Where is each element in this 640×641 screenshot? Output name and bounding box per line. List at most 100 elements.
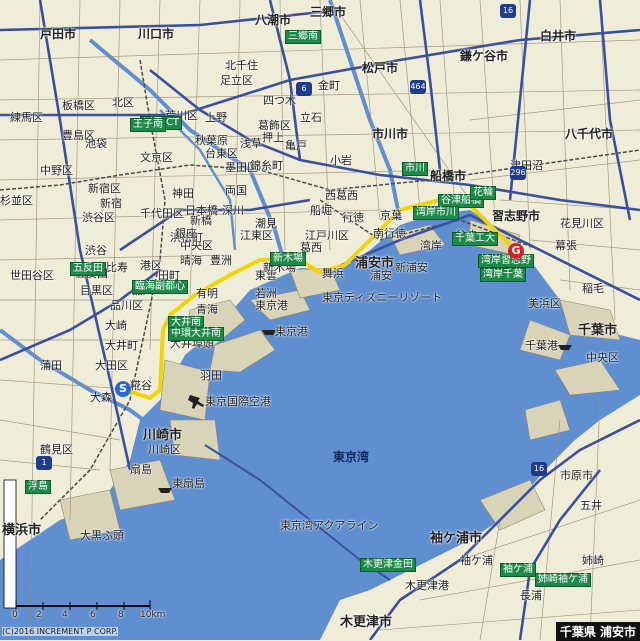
label-shinagawa: 品川区 (110, 299, 143, 312)
label-nagaura: 長浦 (520, 589, 542, 602)
label-ichikawa: 市川市 (372, 127, 409, 141)
label-gyotoku: 行徳 (342, 211, 364, 224)
label-chiba-port: 千葉港 (525, 339, 558, 352)
gbox-sodegaura: 袖ケ浦 (500, 563, 536, 577)
label-kisarazu: 木更津市 (340, 615, 393, 630)
label-koiwa: 小岩 (330, 154, 352, 167)
label-shiroi: 白井市 (540, 29, 577, 43)
label-sodegaura-st: 袖ケ浦 (460, 554, 493, 567)
label-nakano: 中野区 (40, 164, 73, 177)
label-kanda: 神田 (172, 187, 194, 200)
label-ryogoku: 両国 (225, 184, 247, 197)
label-oimachi: 大井町 (105, 339, 138, 352)
gbox-anegasaki: 姉崎袖ケ浦 (535, 573, 591, 587)
gbox-rinkai: 臨海副都心 (132, 280, 188, 294)
label-kitasenju: 北千住 (225, 59, 258, 72)
label-funabashi: 船橋市 (430, 169, 467, 183)
label-nerima: 練馬区 (10, 111, 43, 124)
route-6-shield: 6 (296, 82, 312, 96)
label-wangan: 湾岸 (420, 239, 442, 252)
start-marker[interactable]: S (115, 381, 131, 397)
label-keiyo: 京葉 (380, 209, 402, 222)
label-funabori: 船堀 (310, 204, 332, 217)
label-bunkyo: 文京区 (140, 151, 173, 164)
label-suginami: 杉並区 (0, 194, 33, 207)
label-sodegaura: 袖ケ浦市 (430, 531, 483, 546)
label-matsudo: 松戸市 (362, 61, 399, 75)
scale-widget (0, 480, 175, 620)
label-koto: 江東区 (240, 229, 273, 242)
label-kawasaki: 川崎市 (143, 428, 183, 443)
goal-marker[interactable]: G (508, 243, 524, 259)
label-minamigyotoku: 南行徳 (373, 227, 406, 240)
gbox-wangan-ichikawa: 湾岸市川 (413, 206, 459, 220)
label-asakusa: 浅草 (240, 137, 262, 150)
gbox-ikebukuro: 五反田 (70, 262, 106, 276)
label-nishikasai: 西葛西 (325, 189, 358, 202)
label-akihabara: 秋葉原 (195, 134, 228, 147)
copyright-text: (C)2016 INCREMENT P CORP. (2, 627, 118, 636)
label-chuo-chiba: 中央区 (586, 351, 619, 364)
label-hanamigawa: 花見川区 (560, 217, 604, 230)
route-464-shield: 464 (410, 80, 426, 94)
label-toda: 戸田市 (40, 27, 77, 41)
label-setagaya: 世田谷区 (10, 269, 54, 282)
label-ota: 大田区 (95, 359, 128, 372)
label-haneda: 羽田 (200, 369, 222, 382)
label-kawasaki-ku: 川崎区 (148, 443, 181, 456)
gbox-chiba-kogyo: 千葉工大 (452, 232, 498, 246)
label-kamata: 蒲田 (40, 359, 62, 372)
label-kojiya: 糀谷 (130, 379, 152, 392)
route-16b-shield: 16 (531, 462, 547, 476)
label-harumi: 晴海 (180, 254, 202, 267)
label-oshiage: 押上 (262, 131, 284, 144)
label-yotsugi: 四つ木 (263, 94, 296, 107)
label-kinshicho: 錦糸町 (250, 159, 283, 172)
label-omori: 大森 (90, 391, 112, 404)
label-higashi-shiomi: 東京港 (255, 299, 288, 312)
label-itabashi: 板橋区 (62, 99, 95, 112)
label-chiba: 千葉市 (578, 323, 618, 338)
gbox-oi-jct: 中環大井南 (168, 327, 224, 341)
label-kisarazu-kou: 木更津港 (405, 579, 449, 592)
label-shibuya-st: 渋谷 (85, 244, 107, 257)
label-maihama: 舞浜 (322, 267, 344, 280)
label-higashi-ogishima: 東扇島 (172, 477, 205, 490)
label-kamagaya: 鎌ケ谷市 (460, 49, 509, 63)
gbox-ichikawa: 市川 (402, 162, 428, 176)
label-disney: 東京ディズニーリゾート (322, 291, 443, 304)
label-goi: 五井 (580, 499, 602, 512)
label-toyosu: 豊洲 (210, 254, 232, 267)
label-ginza: 銀座 (175, 227, 197, 240)
gbox-shinkiba: 新木場 (270, 252, 306, 266)
label-anesaki: 姉崎 (582, 554, 604, 567)
label-yashio: 八潮市 (255, 13, 292, 27)
gbox-wangan-chiba: 湾岸千葉 (480, 268, 526, 282)
label-shinura: 新浦安 (395, 261, 428, 274)
label-kameido: 亀戸 (285, 139, 307, 152)
label-chiyoda: 千代田区 (140, 207, 184, 220)
label-tokyowan: 東京湾 (333, 450, 370, 464)
label-tateishi: 立石 (300, 111, 322, 124)
route-296-shield: 296 (510, 166, 526, 180)
label-kawaguchi: 川口市 (138, 27, 175, 41)
gbox-misato: 三郷南 (285, 30, 321, 44)
label-shinjuku: 新宿区 (88, 182, 121, 195)
label-kanamachi: 金町 (318, 79, 340, 92)
label-ariake: 有明 (196, 287, 218, 300)
label-inage: 稲毛 (582, 282, 604, 295)
label-nihonbashi: 日本橋 (185, 204, 218, 217)
area-name: 千葉県 浦安市 (555, 622, 640, 641)
label-ichihara: 市原市 (560, 469, 593, 482)
route-1-shield: 1 (36, 456, 52, 470)
label-shinjuku-st: 新宿 (100, 197, 122, 210)
label-fukagawa: 深川 (222, 204, 244, 217)
gbox-koujichou: 王子南 (130, 118, 166, 132)
label-narashino: 習志野市 (492, 209, 541, 223)
label-meguro: 目黒区 (80, 284, 113, 297)
label-yachiyo: 八千代市 (565, 127, 614, 141)
label-shibuya: 渋谷区 (82, 211, 115, 224)
label-adachi: 足立区 (220, 74, 253, 87)
label-ueno: 上野 (205, 111, 227, 124)
label-makuhari: 幕張 (555, 239, 577, 252)
